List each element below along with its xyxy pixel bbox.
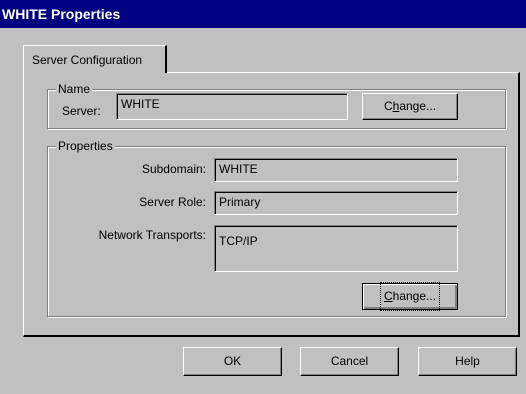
title-bar[interactable]: WHITE Properties [0,0,526,28]
server-field[interactable]: WHITE [116,93,348,120]
properties-group-label: Properties [56,139,115,153]
cancel-button[interactable]: Cancel [300,347,399,376]
subdomain-field[interactable]: WHITE [214,158,458,182]
server-change-button[interactable]: Change... [362,93,458,120]
subdomain-label: Subdomain: [141,162,206,176]
network-transports-list[interactable]: TCP/IP [214,225,458,272]
ok-button[interactable]: OK [183,347,282,376]
transports-change-button[interactable]: Change... [362,282,458,311]
tab-label: Server Configuration [32,53,143,67]
name-group-label: Name [56,82,93,96]
tab-server-configuration[interactable]: Server Configuration [23,45,167,73]
network-transports-label: Network Transports: [98,228,206,242]
window-title: WHITE Properties [2,6,121,22]
server-label: Server: [62,104,101,118]
help-button[interactable]: Help [418,347,517,376]
server-role-field[interactable]: Primary [214,191,458,215]
server-role-label: Server Role: [139,195,206,209]
